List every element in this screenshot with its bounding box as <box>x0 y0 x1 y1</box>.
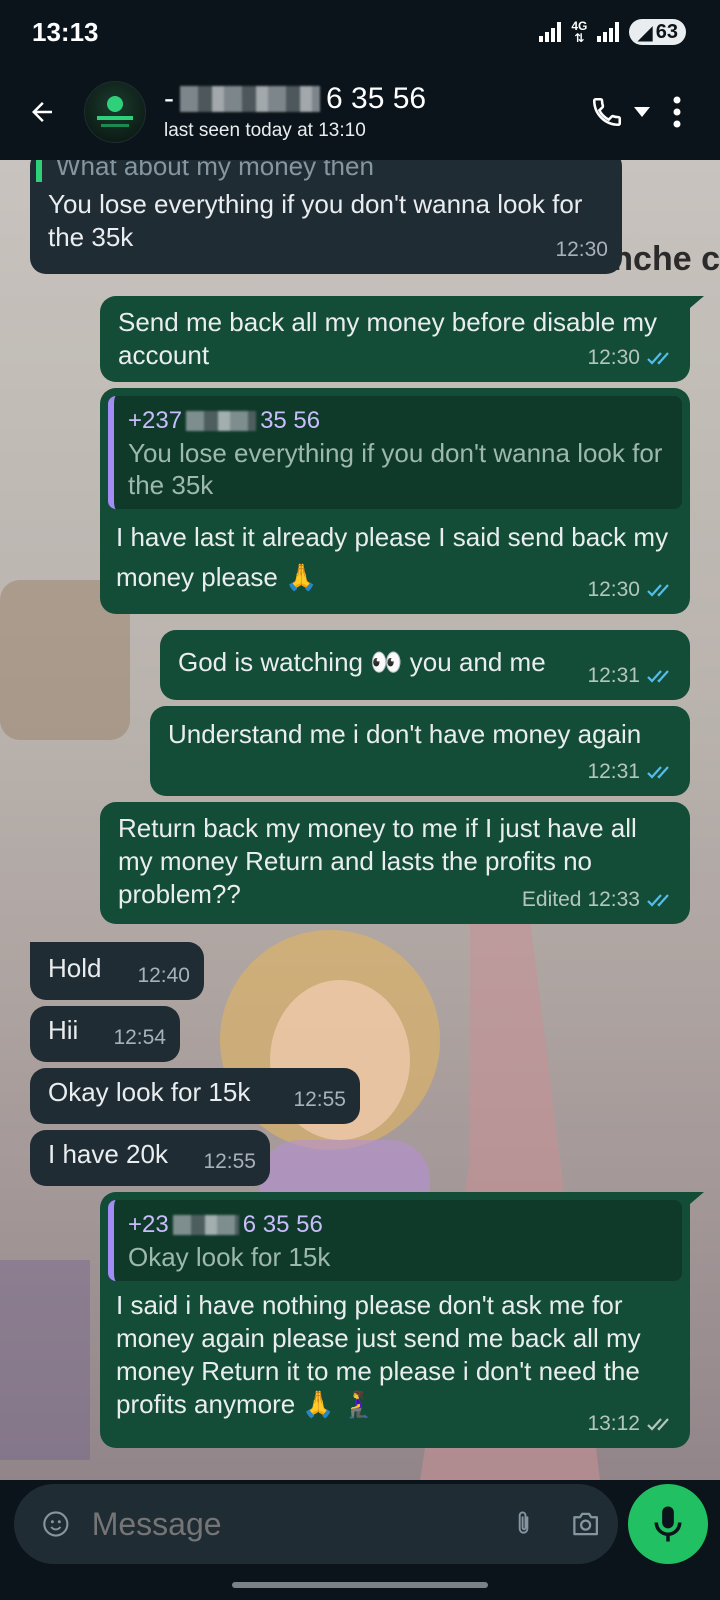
message-incoming[interactable]: Hold 12:40 <box>30 942 204 1000</box>
quoted-message-text: Okay look for 15k <box>128 1242 331 1272</box>
status-bar: 13:13 4G ⇅ ◢ 63 <box>0 0 720 64</box>
contact-name: - 6 35 56 <box>164 82 427 115</box>
message-meta: 12:30 <box>587 573 676 606</box>
attach-icon[interactable] <box>512 1506 535 1542</box>
quoted-message-text: What about my money then <box>36 160 606 182</box>
message-outgoing[interactable]: Send me back all my money before disable… <box>100 296 690 382</box>
header-actions <box>590 95 720 129</box>
contact-last-seen: last seen today at 13:10 <box>164 120 366 141</box>
message-time: 12:40 <box>137 964 190 987</box>
message-meta: 12:40 <box>137 959 190 992</box>
bubble-tail <box>690 296 704 308</box>
message-text: Understand me i don't have money again <box>168 719 642 749</box>
logo-icon <box>97 96 133 127</box>
message-outgoing[interactable]: Understand me i don't have money again 1… <box>150 706 690 796</box>
message-meta: 13:12 <box>587 1407 676 1440</box>
redacted-number <box>180 86 320 112</box>
message-text: You lose everything if you don't wanna l… <box>48 189 583 252</box>
sticker-icon[interactable] <box>42 1506 70 1542</box>
read-receipt-icon <box>647 669 669 683</box>
message-time: 12:54 <box>113 1026 166 1049</box>
back-arrow-icon <box>32 102 52 122</box>
message-incoming[interactable]: What about my money then You lose everyt… <box>30 160 622 274</box>
edited-label: Edited <box>521 888 582 911</box>
message-outgoing-reply[interactable]: +23 6 35 56 Okay look for 15k I said i h… <box>100 1192 690 1448</box>
back-button[interactable] <box>0 64 84 160</box>
message-incoming[interactable]: I have 20k 12:55 <box>30 1130 270 1186</box>
message-time: 12:30 <box>555 238 608 261</box>
read-receipt-icon <box>647 893 669 907</box>
message-time: 12:31 <box>587 760 640 783</box>
quoted-message-text: You lose everything if you don't wanna l… <box>128 438 663 500</box>
message-time: 12:33 <box>587 888 640 911</box>
read-receipt-icon <box>647 351 669 365</box>
voice-message-button[interactable] <box>628 1484 708 1564</box>
read-receipt-icon <box>647 765 669 779</box>
system-nav-bar <box>0 1568 720 1600</box>
message-incoming[interactable]: Hii 12:54 <box>30 1006 180 1062</box>
message-outgoing[interactable]: Return back my money to me if I just hav… <box>100 802 690 924</box>
message-meta: Edited 12:33 <box>522 883 676 916</box>
microphone-icon <box>654 1506 682 1542</box>
message-time: 12:55 <box>293 1088 346 1111</box>
message-time: 12:30 <box>587 578 640 601</box>
chat-area[interactable]: nche c What about my money then You lose… <box>0 160 720 1480</box>
signal-icon-2 <box>597 22 620 42</box>
message-time: 12:30 <box>587 346 640 369</box>
bubble-tail <box>690 1192 704 1204</box>
message-meta: 12:30 <box>587 341 676 374</box>
message-meta: 12:54 <box>113 1021 166 1054</box>
read-receipt-icon <box>647 583 669 597</box>
quoted-sender: +237 35 56 <box>128 407 321 434</box>
quoted-sender: +23 6 35 56 <box>128 1211 323 1238</box>
message-outgoing[interactable]: God is watching 👀 you and me 12:31 <box>160 630 690 700</box>
message-meta: 12:55 <box>293 1083 346 1116</box>
battery-level: 63 <box>655 20 678 43</box>
battery-saver-icon: ◢ <box>637 21 653 44</box>
chevron-down-icon <box>634 107 650 117</box>
message-composer[interactable] <box>14 1484 618 1564</box>
message-incoming[interactable]: Okay look for 15k 12:55 <box>30 1068 360 1124</box>
message-text: I said i have nothing please don't ask m… <box>116 1290 641 1419</box>
redacted-number <box>172 1214 239 1235</box>
message-meta: 12:30 <box>555 233 608 266</box>
camera-icon[interactable] <box>571 1507 600 1541</box>
call-button[interactable] <box>590 95 650 129</box>
wallpaper-text: nche c <box>612 240 720 278</box>
message-meta: 12:31 <box>587 755 676 788</box>
message-time: 12:55 <box>203 1150 256 1173</box>
signal-icon <box>539 22 562 42</box>
delivered-receipt-icon <box>647 1417 669 1431</box>
more-options-icon[interactable] <box>672 95 682 129</box>
redacted-number <box>186 410 257 431</box>
message-meta: 12:31 <box>587 659 676 692</box>
network-type: 4G ⇅ <box>571 19 588 45</box>
contact-info[interactable]: - 6 35 56 last seen today at 13:10 <box>164 82 590 142</box>
message-time: 13:12 <box>587 1412 640 1435</box>
home-handle[interactable] <box>232 1582 488 1588</box>
message-outgoing-reply[interactable]: +237 35 56 You lose everything if you do… <box>100 388 690 614</box>
chat-header: - 6 35 56 last seen today at 13:10 <box>0 64 720 160</box>
status-time: 13:13 <box>32 16 99 47</box>
quoted-message[interactable]: +237 35 56 You lose everything if you do… <box>108 396 682 509</box>
message-input[interactable] <box>91 1505 512 1543</box>
message-meta: 12:55 <box>203 1145 256 1178</box>
phone-icon <box>592 97 622 127</box>
message-time: 12:31 <box>587 664 640 687</box>
contact-avatar[interactable] <box>84 81 146 143</box>
quoted-message[interactable]: +23 6 35 56 Okay look for 15k <box>108 1200 682 1281</box>
battery-indicator: ◢ 63 <box>629 19 686 45</box>
status-icons: 4G ⇅ ◢ 63 <box>539 19 686 45</box>
